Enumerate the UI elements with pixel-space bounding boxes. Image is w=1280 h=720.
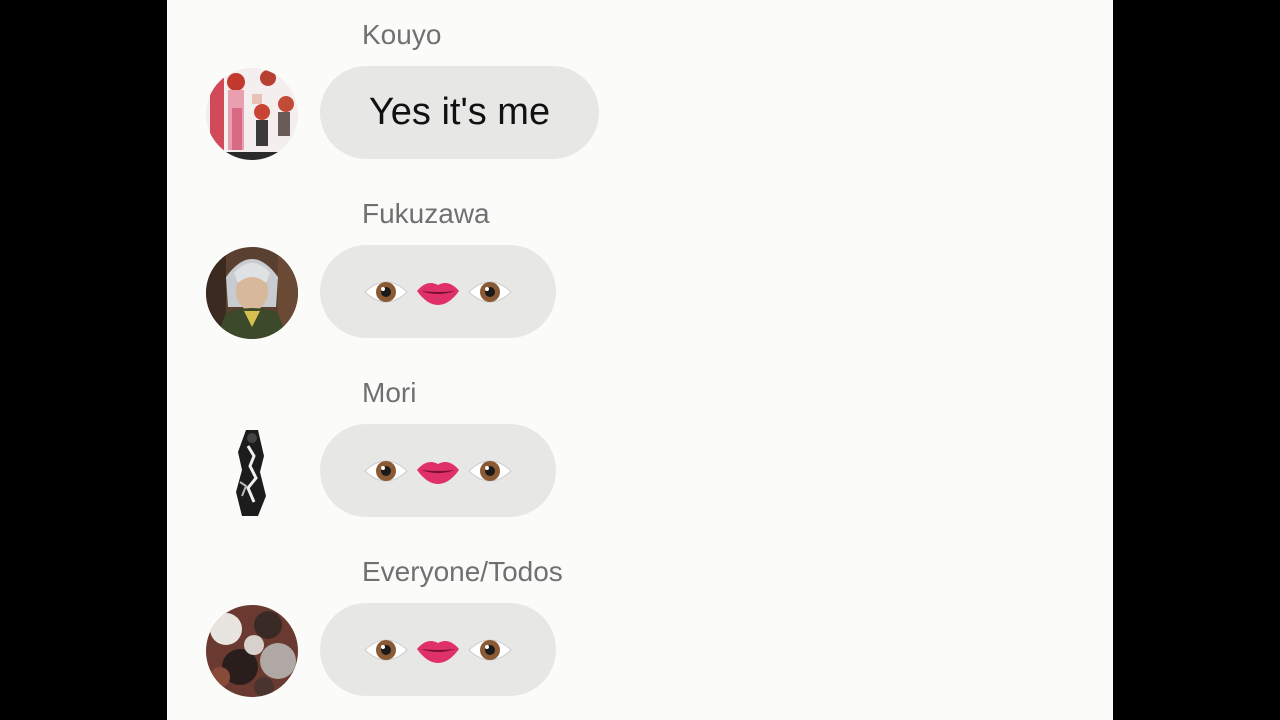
chat-message: Everyone/Todos (167, 537, 1113, 715)
sender-name: Kouyo (362, 19, 442, 50)
avatar[interactable] (206, 68, 298, 160)
lips-icon (415, 277, 461, 307)
chat-message: Mori (167, 358, 1113, 536)
eye-icon (467, 635, 513, 665)
chat-screen: Kouyo Yes it's me Fukuzawa Mori Everyone… (167, 0, 1113, 720)
chat-message: Kouyo Yes it's me (167, 0, 1113, 178)
black-white-figure-avatar-icon (206, 426, 298, 518)
dark-collage-avatar-icon (206, 605, 298, 697)
avatar[interactable] (206, 426, 298, 518)
avatar[interactable] (206, 605, 298, 697)
message-bubble[interactable] (320, 245, 556, 338)
lips-icon (415, 635, 461, 665)
eye-icon (467, 456, 513, 486)
message-bubble[interactable] (320, 424, 556, 517)
sender-name: Everyone/Todos (362, 556, 563, 587)
sender-name: Fukuzawa (362, 198, 490, 229)
eye-icon (363, 635, 409, 665)
message-bubble[interactable] (320, 603, 556, 696)
silver-haired-man-avatar-icon (206, 247, 298, 339)
eye-icon (363, 456, 409, 486)
eye-icon (467, 277, 513, 307)
lips-icon (415, 456, 461, 486)
avatar[interactable] (206, 247, 298, 339)
message-text: Yes it's me (368, 91, 551, 133)
chat-message: Fukuzawa (167, 179, 1113, 357)
message-bubble[interactable]: Yes it's me (320, 66, 599, 159)
sender-name: Mori (362, 377, 417, 408)
eye-icon (363, 277, 409, 307)
anime-collage-avatar-icon (206, 68, 298, 160)
